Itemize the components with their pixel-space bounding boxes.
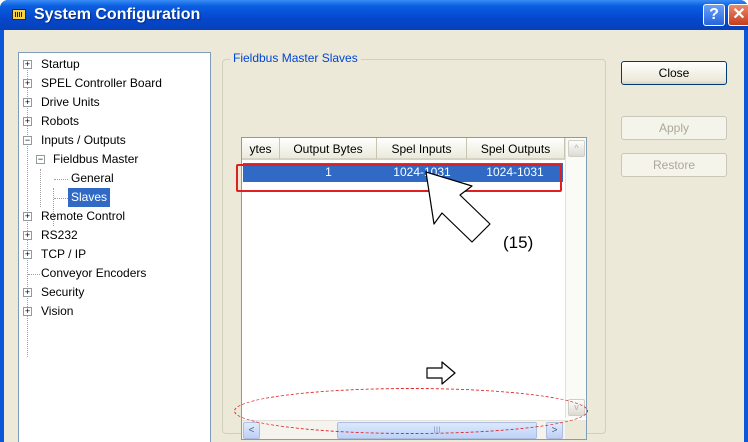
- scroll-left-button[interactable]: <: [243, 422, 260, 439]
- scroll-up-button[interactable]: ^: [568, 140, 585, 157]
- tree-item-label: General: [71, 171, 114, 185]
- apply-button[interactable]: Apply: [621, 116, 727, 140]
- window-title: System Configuration: [34, 6, 201, 23]
- dialog-client: + Startup + SPEL Controller Board + Driv…: [4, 30, 744, 442]
- column-header-spel-outputs[interactable]: Spel Outputs: [467, 138, 565, 160]
- restore-button[interactable]: Restore: [621, 153, 727, 177]
- app-icon: [12, 9, 26, 20]
- title-bar[interactable]: System Configuration ? ✕: [0, 0, 748, 30]
- scroll-corner: [565, 420, 586, 439]
- tree-item-label: SPEL Controller Board: [41, 76, 162, 90]
- config-tree[interactable]: + Startup + SPEL Controller Board + Driv…: [18, 52, 211, 442]
- column-header-output-bytes[interactable]: Output Bytes: [280, 138, 377, 160]
- group-title: Fieldbus Master Slaves: [230, 51, 361, 65]
- annotation-arrow-icon: [425, 171, 491, 243]
- annotation-highlight-ellipse: [234, 388, 588, 434]
- expand-icon[interactable]: +: [23, 98, 32, 107]
- window-close-button[interactable]: ✕: [728, 4, 748, 26]
- tree-item-label: Vision: [41, 304, 74, 318]
- vertical-scrollbar[interactable]: ^ v: [565, 138, 586, 418]
- expand-icon[interactable]: +: [23, 212, 32, 221]
- tree-item-label: Conveyor Encoders: [41, 266, 147, 280]
- expand-icon[interactable]: +: [23, 250, 32, 259]
- collapse-icon[interactable]: −: [36, 155, 45, 164]
- tree-item-label: TCP / IP: [41, 247, 87, 261]
- tree-item-label: Remote Control: [41, 209, 126, 223]
- annotation-label: (15): [503, 233, 534, 252]
- column-header-spel-inputs[interactable]: Spel Inputs: [377, 138, 467, 160]
- expand-icon[interactable]: +: [23, 117, 32, 126]
- tree-item-label: Inputs / Outputs: [41, 133, 126, 147]
- expand-icon[interactable]: +: [23, 79, 32, 88]
- tree-item-label: Security: [41, 285, 85, 299]
- tree-item-label: Slaves: [68, 188, 111, 207]
- close-button[interactable]: Close: [621, 61, 727, 85]
- column-header-input-bytes[interactable]: ytes: [242, 138, 280, 160]
- tree-item-label: Robots: [41, 114, 80, 128]
- tree-item-label: Startup: [41, 57, 80, 71]
- annotation-highlight-rect: [236, 164, 562, 192]
- collapse-icon[interactable]: −: [23, 136, 32, 145]
- window: System Configuration ? ✕ + Startup + SPE…: [0, 0, 748, 442]
- tree-item-label: Drive Units: [41, 95, 100, 109]
- expand-icon[interactable]: +: [23, 307, 32, 316]
- expand-icon[interactable]: +: [23, 60, 32, 69]
- tree-item-label: RS232: [41, 228, 78, 242]
- expand-icon[interactable]: +: [23, 288, 32, 297]
- expand-icon[interactable]: +: [23, 231, 32, 240]
- right-arrow-icon: [426, 361, 456, 385]
- tree-item-label: Fieldbus Master: [53, 152, 139, 166]
- help-button[interactable]: ?: [703, 4, 725, 26]
